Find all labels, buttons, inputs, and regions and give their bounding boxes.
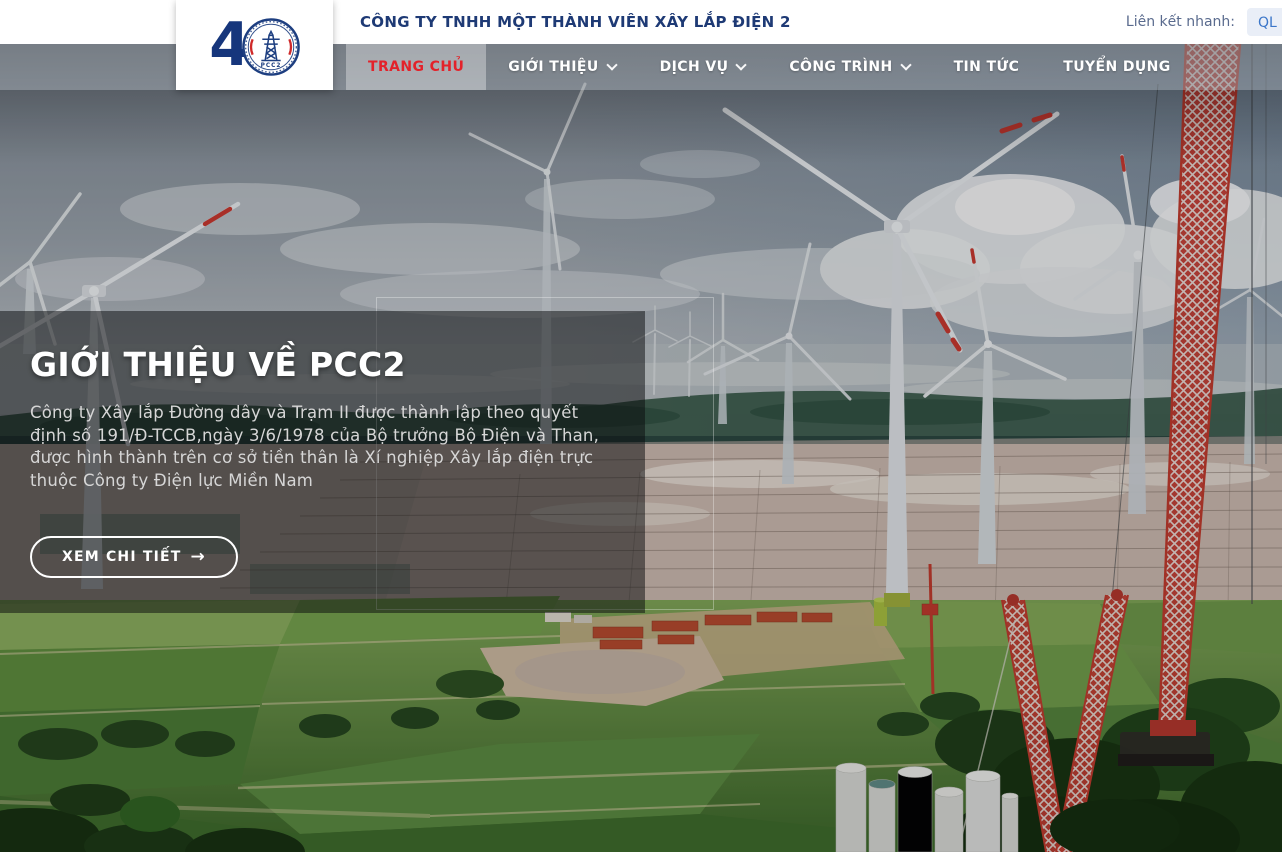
hero-description-line: thuộc Công ty Điện lực Miền Nam [30, 470, 615, 493]
nav-label: GIỚI THIỆU [508, 59, 598, 75]
hero-description-line: Công ty Xây lắp Đường dây và Trạm II đượ… [30, 402, 615, 425]
pcc2-emblem-icon: PCC2 [242, 18, 300, 76]
chevron-down-icon [606, 59, 617, 70]
nav-item-gioi-thieu[interactable]: GIỚI THIỆU [486, 44, 637, 90]
quick-link-button[interactable]: QL [1247, 8, 1282, 36]
view-details-label: XEM CHI TIẾT [62, 549, 182, 565]
logo[interactable]: 4 PCC2 [176, 0, 333, 90]
hero-overlay: GIỚI THIỆU VỀ PCC2 Công ty Xây lắp Đường… [0, 311, 645, 613]
chevron-down-icon [736, 59, 747, 70]
pcc2-homepage: GIỚI THIỆU VỀ PCC2 Công ty Xây lắp Đường… [0, 0, 1282, 852]
nav-label: DỊCH VỤ [660, 59, 729, 75]
nav-item-dich-vu[interactable]: DỊCH VỤ [638, 44, 768, 90]
nav-item-trang-chu[interactable]: TRANG CHỦ [346, 44, 486, 90]
nav-label: TUYỂN DỤNG [1063, 59, 1170, 75]
hero-description: Công ty Xây lắp Đường dây và Trạm II đượ… [30, 402, 615, 492]
hero-description-line: được hình thành trên cơ sở tiền thân là … [30, 447, 615, 470]
hero-description-line: định số 191/Đ-TCCB,ngày 3/6/1978 của Bộ … [30, 425, 615, 448]
nav-label: TRANG CHỦ [368, 59, 464, 75]
chevron-down-icon [900, 59, 911, 70]
nav-label: CÔNG TRÌNH [789, 59, 892, 75]
arrow-right-icon: → [191, 547, 206, 567]
view-details-button[interactable]: XEM CHI TIẾT → [30, 536, 238, 578]
hero-title: GIỚI THIỆU VỀ PCC2 [30, 345, 615, 384]
nav-item-cong-trinh[interactable]: CÔNG TRÌNH [767, 44, 931, 90]
nav-item-tuyen-dung[interactable]: TUYỂN DỤNG [1041, 44, 1192, 90]
quick-links: Liên kết nhanh: QL [1126, 8, 1282, 36]
nav-item-tin-tuc[interactable]: TIN TỨC [932, 44, 1042, 90]
quick-links-label: Liên kết nhanh: [1126, 14, 1235, 30]
emblem-label: PCC2 [261, 63, 282, 69]
nav-list: TRANG CHỦ GIỚI THIỆU DỊCH VỤ CÔNG TRÌNH … [346, 44, 1193, 90]
nav-label: TIN TỨC [954, 59, 1020, 75]
company-name: CÔNG TY TNHH MỘT THÀNH VIÊN XÂY LẮP ĐIỆN… [360, 13, 791, 31]
